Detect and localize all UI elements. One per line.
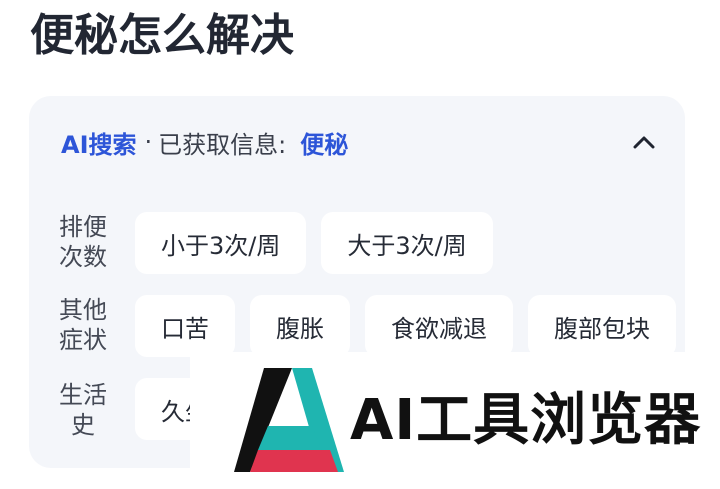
collapse-button[interactable] bbox=[629, 128, 659, 156]
page-title: 便秘怎么解决 bbox=[30, 10, 294, 61]
row-label-history: 生活 史 bbox=[59, 380, 119, 440]
card-header: AI搜索 · 已获取信息: 便秘 bbox=[61, 122, 348, 162]
filter-chip[interactable]: 腹部包块 bbox=[528, 295, 676, 357]
filter-chip[interactable]: 口苦 bbox=[135, 295, 235, 357]
row-label-line: 排便 bbox=[59, 213, 107, 241]
ai-tools-logo-icon bbox=[234, 368, 344, 472]
row-label-line: 史 bbox=[71, 411, 95, 439]
filter-chip[interactable]: 食欲减退 bbox=[365, 295, 513, 357]
row-label-symptoms: 其他 症状 bbox=[59, 295, 119, 355]
chevron-up-icon bbox=[633, 136, 655, 149]
row-label-line: 其他 bbox=[59, 296, 107, 324]
watermark: AI工具浏览器 bbox=[190, 352, 720, 489]
filter-row-frequency: 排便 次数 小于3次/周 大于3次/周 bbox=[29, 212, 685, 278]
filter-chip[interactable]: 小于3次/周 bbox=[135, 212, 307, 274]
row-label-frequency: 排便 次数 bbox=[59, 212, 119, 272]
row-label-line: 次数 bbox=[59, 243, 107, 271]
watermark-text: AI工具浏览器 bbox=[350, 388, 702, 453]
header-separator: · bbox=[144, 128, 153, 156]
filter-chip[interactable]: 大于3次/周 bbox=[321, 212, 493, 274]
page: 便秘怎么解决 AI搜索 · 已获取信息: 便秘 排便 次数 小于3次/周 大于3… bbox=[0, 0, 720, 489]
chip-group-frequency: 小于3次/周 大于3次/周 bbox=[135, 212, 493, 274]
chip-group-symptoms: 口苦 腹胀 食欲减退 腹部包块 bbox=[135, 295, 676, 357]
filter-chip[interactable]: 腹胀 bbox=[250, 295, 350, 357]
ai-search-label: AI搜索 bbox=[61, 130, 137, 159]
keyword-value: 便秘 bbox=[300, 130, 349, 159]
info-label: 已获取信息: bbox=[158, 130, 287, 159]
row-label-line: 生活 bbox=[59, 381, 107, 409]
row-label-line: 症状 bbox=[59, 326, 107, 354]
